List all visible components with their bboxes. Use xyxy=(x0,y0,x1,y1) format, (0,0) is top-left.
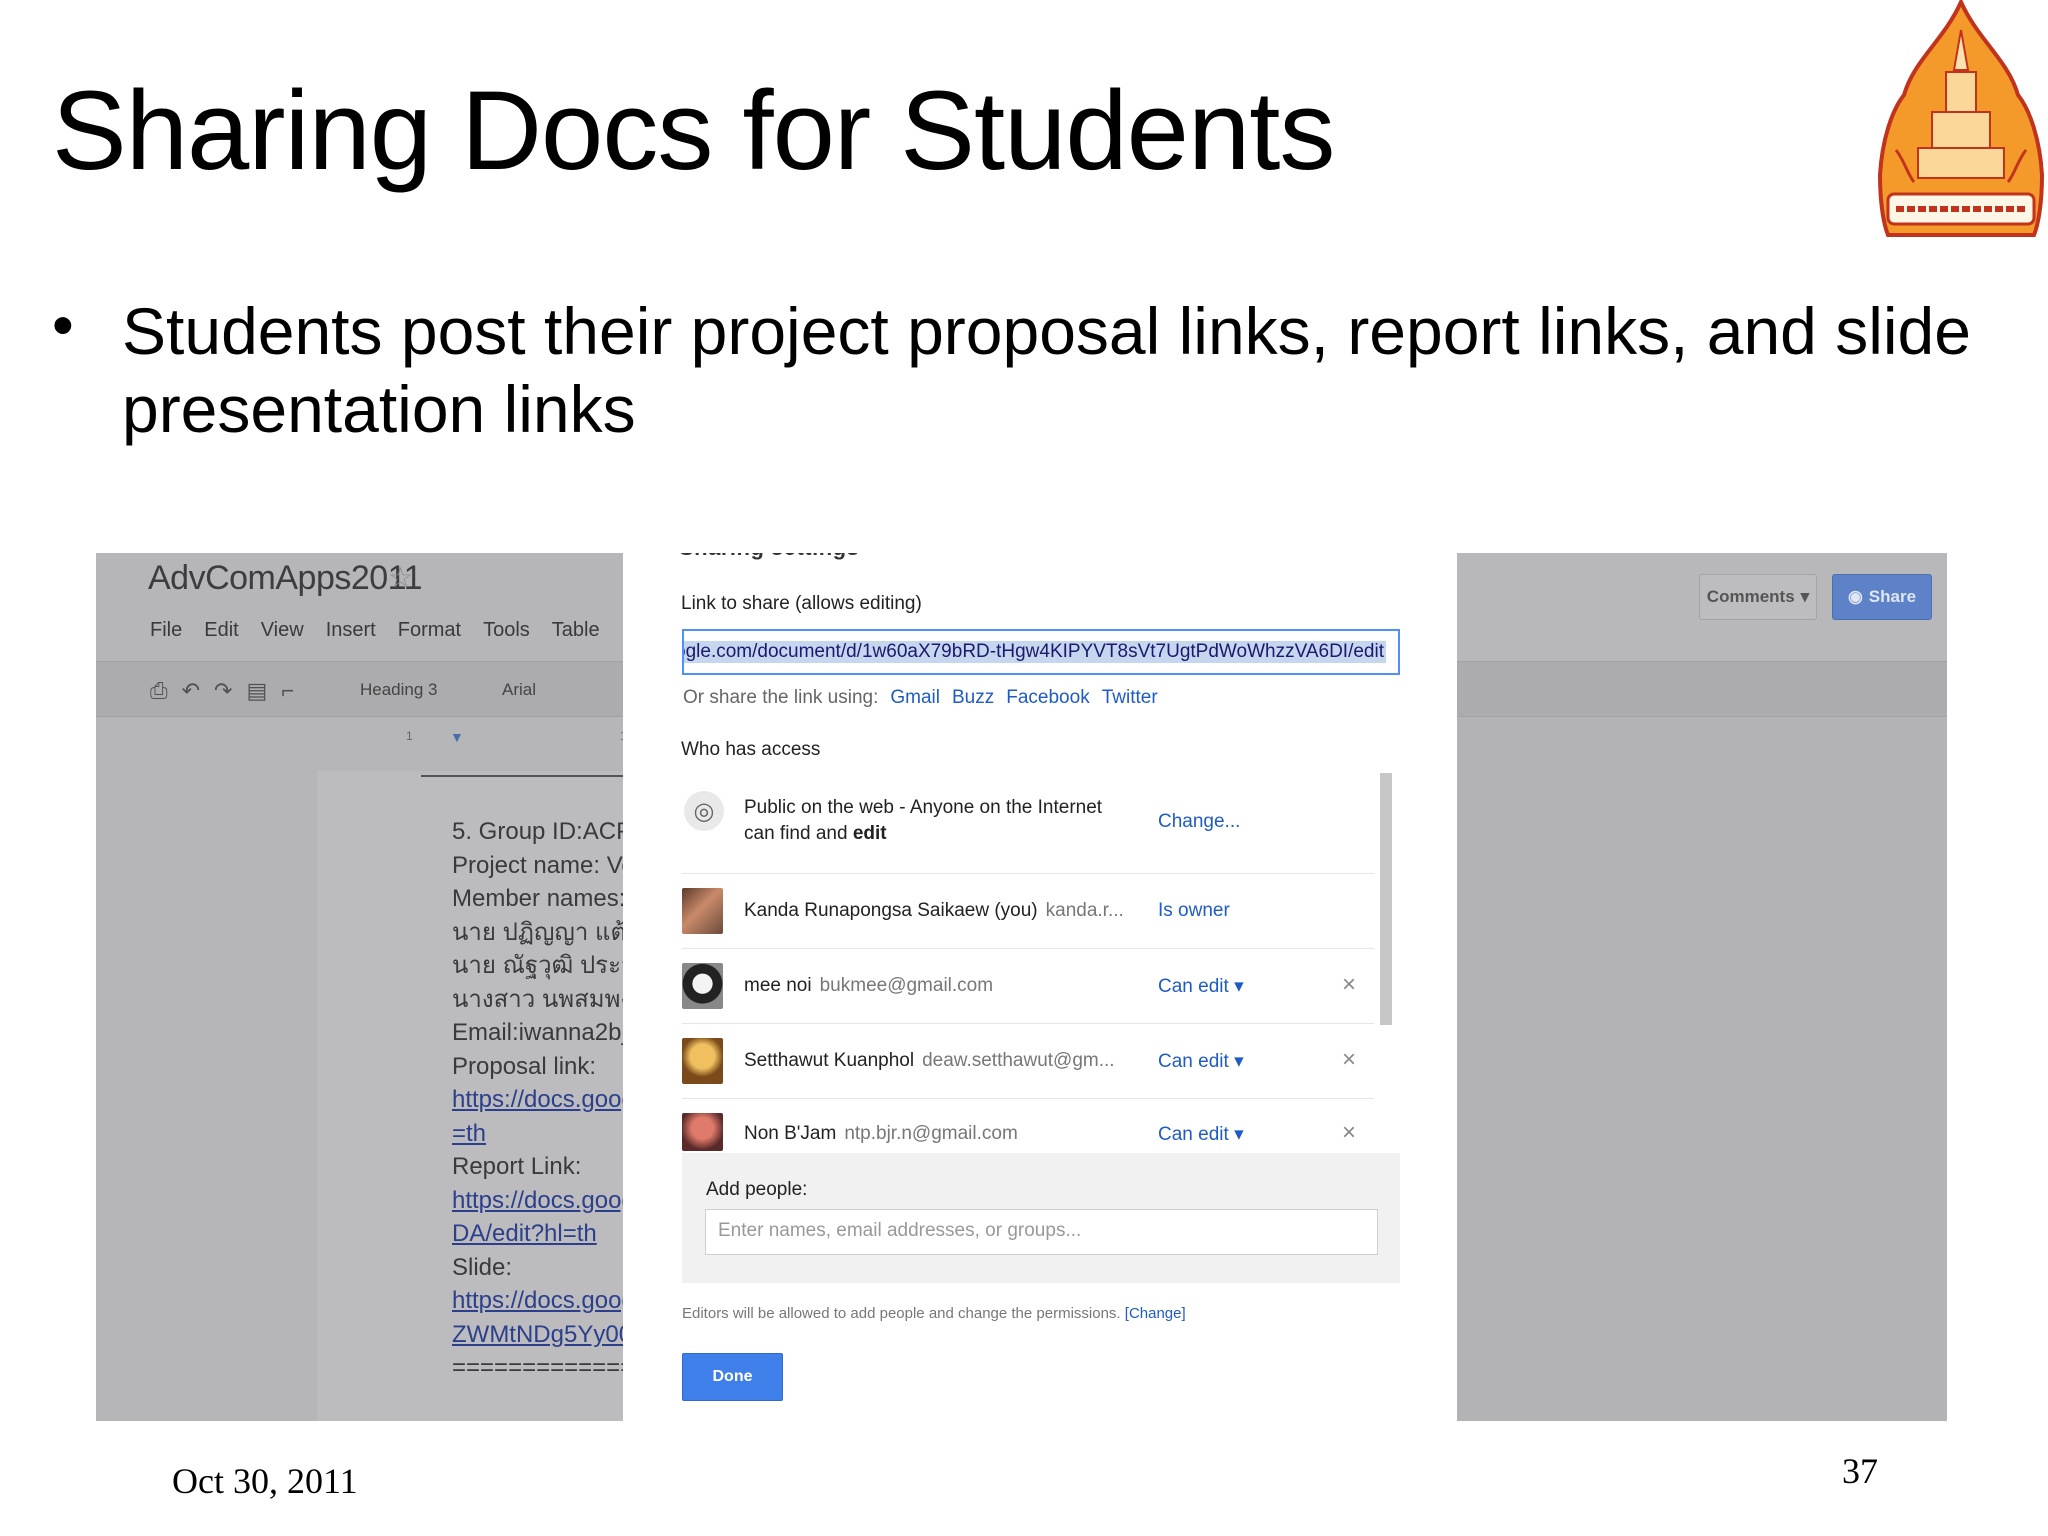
menu-format[interactable]: Format xyxy=(398,619,461,642)
role-owner: Is owner xyxy=(1158,900,1230,921)
avatar xyxy=(682,1113,723,1151)
access-row: Setthawut Kuanphol deaw.setthawut@gm... C… xyxy=(682,1024,1374,1099)
chevron-down-icon: ▾ xyxy=(1234,1051,1244,1072)
share-gmail-link[interactable]: Gmail xyxy=(890,687,940,708)
slide-title: Sharing Docs for Students xyxy=(52,68,1335,193)
share-link-field[interactable]: oogle.com/document/d/1w60aX79bRD-tHgw4KI… xyxy=(682,629,1400,675)
style-select[interactable]: Heading 3 xyxy=(360,680,438,700)
ruler-number: 1 xyxy=(406,729,413,743)
menu-file[interactable]: File xyxy=(150,619,182,642)
redo-icon[interactable]: ↷ xyxy=(214,678,232,704)
bullet-marker: • xyxy=(52,291,74,360)
globe-icon: ◎ xyxy=(684,791,724,831)
remove-icon[interactable]: × xyxy=(1342,971,1356,999)
done-button[interactable]: Done xyxy=(682,1353,783,1401)
dialog-title: Sharing settings xyxy=(679,553,859,561)
docs-editor-right: Comments ▾ ◉ Share xyxy=(1457,553,1947,1421)
access-row-public: ◎ Public on the web - Anyone on the Inte… xyxy=(682,773,1374,874)
comments-label: Comments xyxy=(1706,587,1795,606)
share-buzz-link[interactable]: Buzz xyxy=(952,687,994,708)
share-using-label: Or share the link using: xyxy=(683,687,879,708)
link-share-label: Link to share (allows editing) xyxy=(681,593,922,614)
add-people-section: Add people: Enter names, email addresses… xyxy=(682,1153,1400,1283)
role-select[interactable]: Can edit ▾ xyxy=(1158,975,1244,998)
docs-header-right: Comments ▾ ◉ Share xyxy=(1457,553,1947,661)
comments-button[interactable]: Comments ▾ xyxy=(1699,574,1817,620)
menu-table[interactable]: Table xyxy=(552,619,600,642)
paint-format-icon[interactable]: ⌐ xyxy=(281,678,294,704)
access-name: Non B'Jam ntp.bjr.n@gmail.com xyxy=(744,1123,1018,1144)
avatar xyxy=(682,963,723,1009)
access-name: Public on the web - Anyone on the Intern… xyxy=(744,797,1103,844)
role-select[interactable]: Can edit ▾ xyxy=(1158,1050,1244,1073)
docs-editor-left: AdvComApps2011 ☆ File Edit View Insert F… xyxy=(96,553,653,1421)
undo-icon[interactable]: ↶ xyxy=(182,678,200,704)
avatar xyxy=(682,1038,723,1084)
slide-page-number: 37 xyxy=(1842,1451,1878,1491)
chevron-down-icon: ▾ xyxy=(1800,587,1810,606)
ruler: 1 ▼ 1 xyxy=(150,729,627,747)
sharing-settings-dialog: Sharing settings Link to share (allows e… xyxy=(623,553,1457,1421)
share-label: Share xyxy=(1868,587,1917,606)
university-logo xyxy=(1877,0,2045,237)
access-row: Non B'Jam ntp.bjr.n@gmail.com Can edit ▾ … xyxy=(682,1099,1374,1154)
page-divider xyxy=(421,775,623,777)
access-row: Kanda Runapongsa Saikaew (you) kanda.r...… xyxy=(682,874,1374,949)
star-icon[interactable]: ☆ xyxy=(388,561,413,594)
toolbar-right xyxy=(1457,661,1947,717)
print-icon[interactable]: ⎙ xyxy=(150,678,168,704)
avatar xyxy=(682,888,723,934)
access-list-scrollbar[interactable] xyxy=(1380,773,1392,1025)
role-select[interactable]: Can edit ▾ xyxy=(1158,1123,1244,1146)
add-people-label: Add people: xyxy=(706,1179,808,1200)
bullet-text: Students post their project proposal lin… xyxy=(122,294,1971,446)
menu-tools[interactable]: Tools xyxy=(483,619,530,642)
document-title[interactable]: AdvComApps2011 xyxy=(148,559,422,598)
access-name: Kanda Runapongsa Saikaew (you) kanda.r... xyxy=(744,900,1124,921)
chevron-down-icon: ▾ xyxy=(1234,976,1244,997)
menu-insert[interactable]: Insert xyxy=(326,619,376,642)
menu-view[interactable]: View xyxy=(261,619,304,642)
editors-note: Editors will be allowed to add people an… xyxy=(682,1305,1186,1322)
share-facebook-link[interactable]: Facebook xyxy=(1006,687,1089,708)
change-visibility-link[interactable]: Change... xyxy=(1158,811,1240,833)
access-list: ◎ Public on the web - Anyone on the Inte… xyxy=(682,773,1392,1154)
menu-bar: File Edit View Insert Format Tools Table… xyxy=(150,619,647,642)
remove-icon[interactable]: × xyxy=(1342,1046,1356,1074)
change-permissions-link[interactable]: [Change] xyxy=(1125,1305,1186,1322)
toolbar-icons: ⎙ ↶ ↷ ▤ ⌐ xyxy=(150,678,294,704)
access-row: mee noi bukmee@gmail.com Can edit ▾ × xyxy=(682,949,1374,1024)
menu-edit[interactable]: Edit xyxy=(204,619,238,642)
add-people-input[interactable]: Enter names, email addresses, or groups.… xyxy=(705,1209,1378,1255)
access-name: Setthawut Kuanphol deaw.setthawut@gm... xyxy=(744,1050,1115,1071)
chevron-down-icon: ▾ xyxy=(1234,1124,1244,1145)
formatting-toolbar: ⎙ ↶ ↷ ▤ ⌐ Heading 3 Arial xyxy=(96,661,623,717)
share-using-row: Or share the link using: Gmail Buzz Faceboo… xyxy=(683,687,1158,709)
globe-icon: ◉ xyxy=(1847,587,1863,606)
access-name: mee noi bukmee@gmail.com xyxy=(744,975,994,996)
embedded-screenshot: AdvComApps2011 ☆ File Edit View Insert F… xyxy=(96,553,1947,1421)
share-link-value: oogle.com/document/d/1w60aX79bRD-tHgw4KI… xyxy=(684,641,1386,663)
clipboard-icon[interactable]: ▤ xyxy=(246,678,267,704)
share-button[interactable]: ◉ Share xyxy=(1832,574,1932,620)
font-select[interactable]: Arial xyxy=(502,680,536,700)
remove-icon[interactable]: × xyxy=(1342,1119,1356,1147)
share-twitter-link[interactable]: Twitter xyxy=(1102,687,1158,708)
slide-date: Oct 30, 2011 xyxy=(172,1461,358,1501)
indent-marker-icon[interactable]: ▼ xyxy=(450,729,464,745)
who-has-access-heading: Who has access xyxy=(681,739,821,760)
